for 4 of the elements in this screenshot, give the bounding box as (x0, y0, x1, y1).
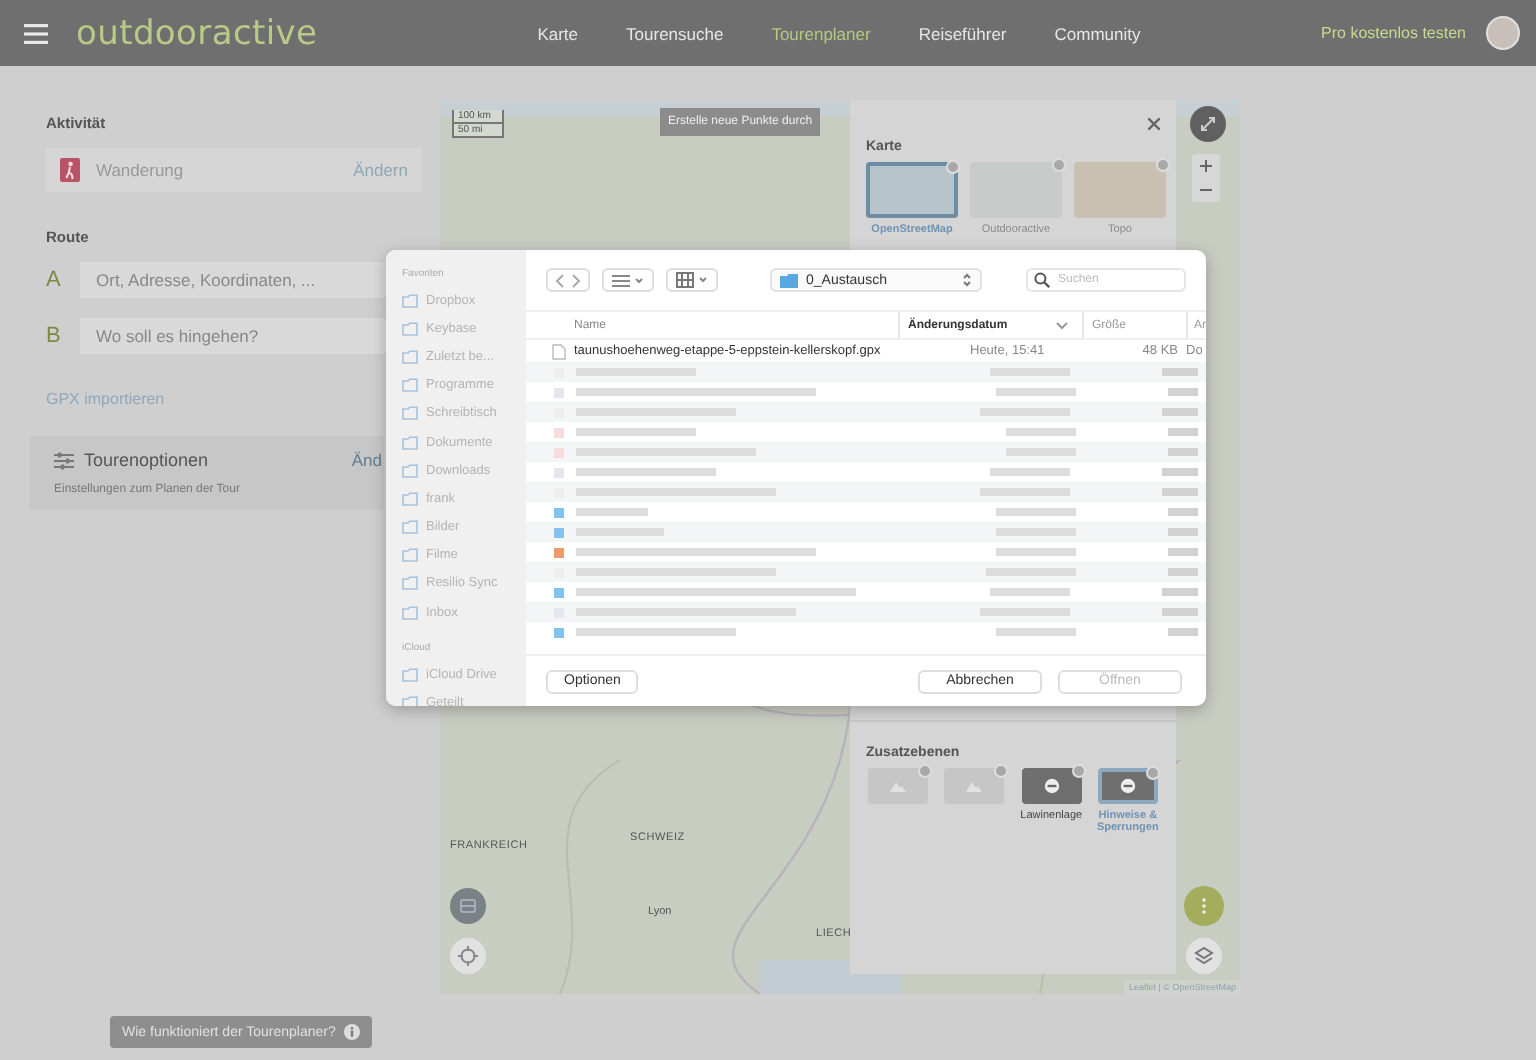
activity-name: Wanderung (96, 160, 184, 180)
waypoint-letter: A (46, 268, 62, 292)
waypoint-letter: B (46, 324, 62, 348)
options-title: Tourenoptionen (84, 450, 209, 470)
